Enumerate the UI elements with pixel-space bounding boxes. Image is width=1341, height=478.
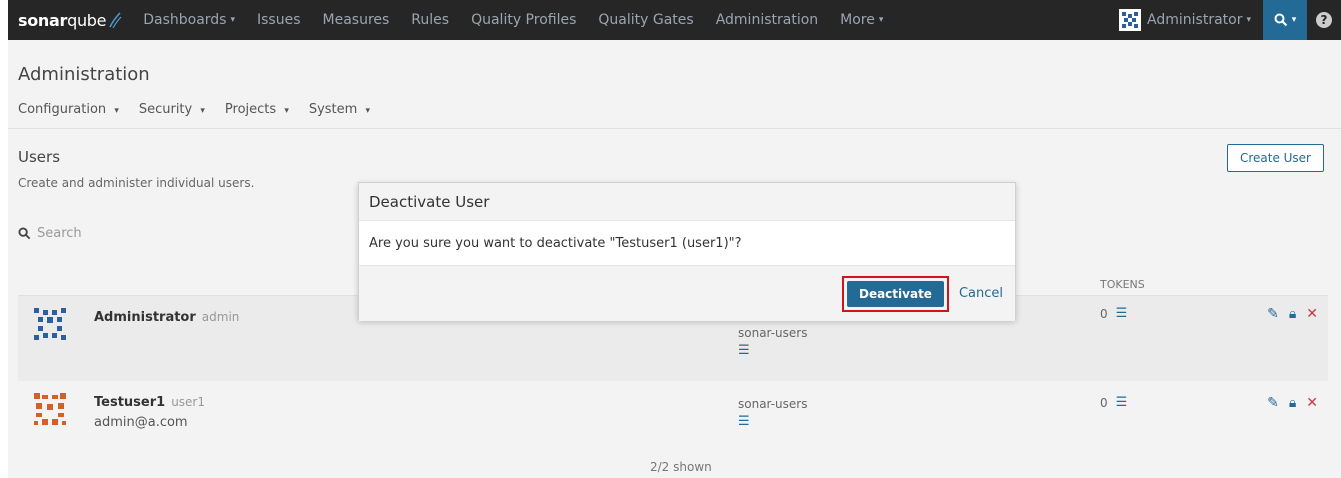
- shown-count: 2/2 shown: [650, 460, 712, 474]
- nav-more[interactable]: More ▾: [829, 0, 894, 40]
- nav-quality-profiles[interactable]: Quality Profiles: [460, 0, 587, 40]
- avatar: [32, 391, 68, 427]
- tokens-count: 0: [1100, 395, 1108, 410]
- deactivate-x-icon[interactable]: ✕: [1306, 306, 1318, 322]
- search-icon: [18, 227, 31, 240]
- user-display-name: Administrator: [94, 310, 196, 325]
- help-icon: ?: [1316, 12, 1332, 28]
- nav-quality-gates[interactable]: Quality Gates: [587, 0, 704, 40]
- caret-down-icon: ▾: [878, 15, 884, 25]
- user-email: admin@a.com: [94, 415, 188, 430]
- menu-security[interactable]: Security ▾: [139, 102, 205, 117]
- tokens-column-header: TOKENS: [1100, 278, 1145, 291]
- user-menu-label: Administrator: [1147, 12, 1243, 28]
- edit-groups-list-icon[interactable]: ☰: [738, 413, 807, 431]
- user-login: user1: [171, 395, 205, 409]
- deactivate-button-highlight: Deactivate: [841, 275, 949, 312]
- logo-waves-icon: [109, 12, 122, 29]
- nav-issues[interactable]: Issues: [246, 0, 312, 40]
- nav-measures[interactable]: Measures: [312, 0, 401, 40]
- group-item: sonar-users: [738, 326, 808, 340]
- tokens-list-icon[interactable]: ☰: [1116, 395, 1128, 410]
- avatar: [32, 306, 68, 342]
- modal-message: Are you sure you want to deactivate "Tes…: [359, 221, 1015, 266]
- modal-title: Deactivate User: [359, 183, 1015, 221]
- user-avatar-icon: [1119, 9, 1142, 31]
- app-frame: sonar qube Dashboards ▾ Issues Measures R…: [8, 0, 1341, 478]
- menu-system[interactable]: System ▾: [309, 102, 370, 117]
- menu-configuration-label: Configuration: [18, 102, 107, 117]
- nav-dashboards-label: Dashboards: [143, 12, 227, 28]
- deactivate-x-icon[interactable]: ✕: [1306, 395, 1318, 411]
- top-navbar: sonar qube Dashboards ▾ Issues Measures R…: [8, 0, 1341, 40]
- edit-groups-list-icon[interactable]: ☰: [738, 342, 862, 360]
- caret-down-icon: ▾: [1291, 15, 1297, 25]
- user-login: admin: [201, 310, 240, 324]
- user-display-name: Testuser1: [94, 395, 166, 410]
- user-tokens: 0 ☰: [1100, 306, 1127, 321]
- group-item: sonar-users: [738, 397, 808, 411]
- deactivate-button[interactable]: Deactivate: [846, 280, 944, 307]
- menu-security-label: Security: [138, 102, 193, 117]
- menu-configuration[interactable]: Configuration ▾: [18, 102, 119, 117]
- context-navbar: Administration Configuration ▾ Security …: [8, 40, 1341, 129]
- deactivate-user-modal: Deactivate User Are you sure you want to…: [358, 182, 1016, 321]
- page-description: Create and administer individual users.: [18, 176, 255, 190]
- nav-more-label: More: [840, 12, 875, 28]
- tokens-list-icon[interactable]: ☰: [1116, 306, 1128, 321]
- nav-administration-label: Administration: [715, 12, 819, 28]
- logo-text-light: qube: [67, 10, 107, 30]
- navbar-right: Administrator ▾ ▾ ?: [1119, 0, 1341, 40]
- user-name: Administrator admin: [94, 310, 239, 325]
- context-title: Administration: [18, 64, 150, 85]
- help-button[interactable]: ?: [1307, 0, 1341, 40]
- nav-measures-label: Measures: [322, 12, 390, 28]
- create-user-button[interactable]: Create User: [1226, 144, 1324, 172]
- menu-projects-label: Projects: [224, 102, 277, 117]
- nav-dashboards[interactable]: Dashboards ▾: [132, 0, 246, 40]
- pencil-icon[interactable]: ✎: [1267, 306, 1279, 322]
- sonarqube-logo[interactable]: sonar qube: [8, 0, 132, 40]
- menu-projects[interactable]: Projects ▾: [225, 102, 289, 117]
- user-menu[interactable]: Administrator ▾: [1119, 9, 1263, 31]
- nav-administration[interactable]: Administration: [705, 0, 829, 40]
- pencil-icon[interactable]: ✎: [1267, 395, 1279, 411]
- nav-issues-label: Issues: [257, 12, 301, 28]
- tokens-count: 0: [1100, 306, 1108, 321]
- caret-down-icon: ▾: [114, 106, 119, 116]
- global-search-button[interactable]: ▾: [1263, 0, 1307, 40]
- nav-quality-gates-label: Quality Gates: [598, 12, 694, 28]
- logo-text-bold: sonar: [18, 10, 68, 30]
- search-input[interactable]: Search: [18, 226, 82, 241]
- caret-down-icon: ▾: [1246, 15, 1251, 25]
- caret-down-icon: ▾: [365, 106, 370, 116]
- table-row: Testuser1 user1 admin@a.com sonar-users ☰…: [18, 381, 1328, 455]
- cancel-link[interactable]: Cancel: [959, 286, 1003, 301]
- nav-rules-label: Rules: [411, 12, 450, 28]
- user-tokens: 0 ☰: [1100, 395, 1127, 410]
- left-edge: [0, 0, 8, 478]
- modal-footer: Deactivate Cancel: [359, 266, 1015, 321]
- search-icon: [1274, 13, 1287, 27]
- caret-down-icon: ▾: [200, 106, 205, 116]
- page-title: Users: [18, 148, 61, 166]
- lock-icon[interactable]: 🔒︎: [1289, 306, 1296, 322]
- row-actions: ✎ 🔒︎ ✕: [1267, 306, 1318, 322]
- caret-down-icon: ▾: [230, 15, 235, 25]
- context-menu: Configuration ▾ Security ▾ Projects ▾ Sy…: [18, 102, 370, 117]
- caret-down-icon: ▾: [284, 106, 289, 116]
- lock-icon[interactable]: 🔒︎: [1289, 395, 1296, 411]
- search-placeholder: Search: [37, 226, 82, 241]
- menu-system-label: System: [308, 102, 358, 117]
- nav-quality-profiles-label: Quality Profiles: [471, 12, 577, 28]
- row-actions: ✎ 🔒︎ ✕: [1267, 395, 1318, 411]
- nav-rules[interactable]: Rules: [400, 0, 460, 40]
- user-name: Testuser1 user1: [94, 395, 205, 410]
- user-groups: sonar-users ☰: [738, 395, 807, 431]
